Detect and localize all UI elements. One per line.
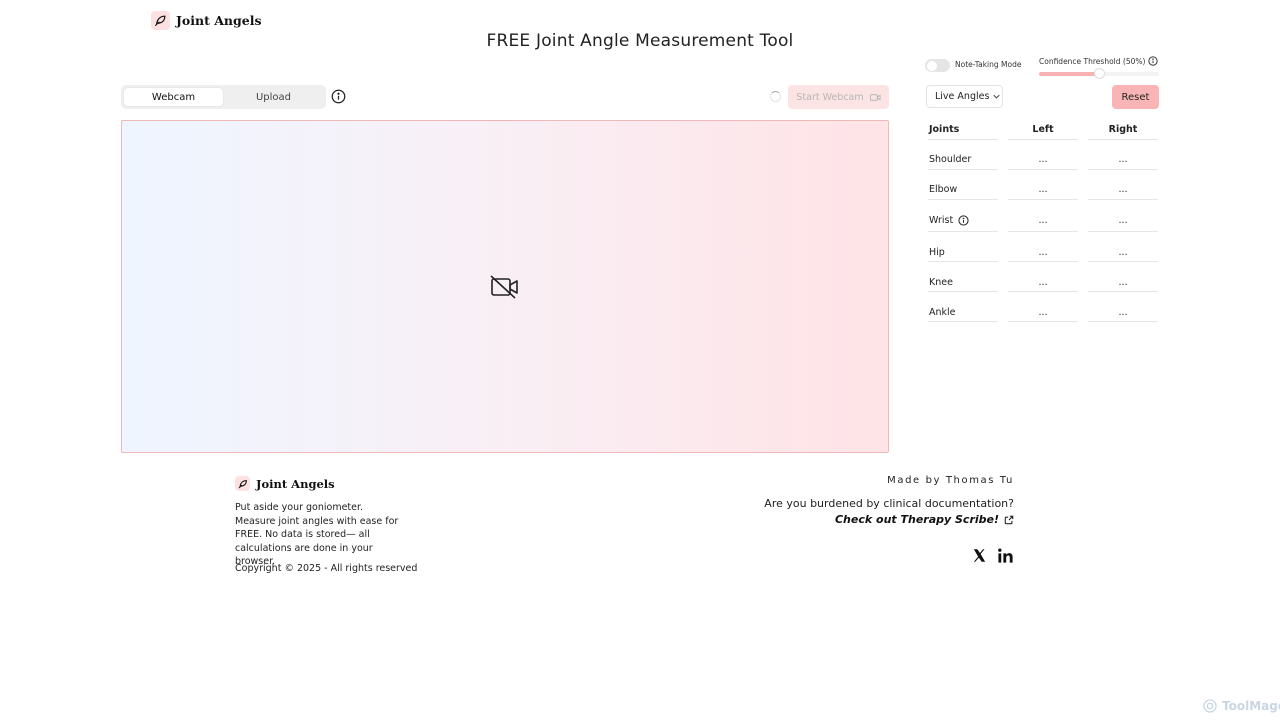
divider [928,321,998,322]
divider [928,231,998,232]
right-header: Right [1108,124,1138,135]
joints-header: Joints [929,124,960,135]
divider [1008,321,1078,322]
brand-logo[interactable]: Joint Angels [151,11,261,30]
divider [1088,169,1158,170]
divider [1088,261,1158,262]
right-angle-value: ... [1118,307,1128,318]
note-taking-label: Note-Taking Mode [955,60,1022,69]
reset-button[interactable]: Reset [1112,85,1159,109]
left-header: Left [1032,124,1054,135]
source-tabs: Webcam Upload [121,85,326,109]
toolmage-watermark: ToolMage [1202,698,1280,714]
divider [1008,261,1078,262]
left-angle-value: ... [1038,215,1048,226]
copyright-text: Copyright © 2025 - All rights reserved [235,563,418,574]
feather-logo-icon [151,11,170,30]
confidence-threshold-label: Confidence Threshold (50%) [1039,56,1159,66]
watermark-text: ToolMage [1222,699,1280,713]
divider [1088,199,1158,200]
view-mode-value: Live Angles [935,91,990,102]
confidence-slider-thumb[interactable] [1094,68,1105,79]
divider [1008,139,1078,140]
info-icon[interactable] [1148,56,1159,66]
divider [928,169,998,170]
right-angle-value: ... [1118,215,1128,226]
made-by-text: Made by Thomas Tu [887,475,1014,486]
footer-brand-logo[interactable]: Joint Angels [235,476,335,491]
footer-description: Put aside your goniometer. Measure joint… [235,502,399,567]
chevron-down-icon [993,94,1001,99]
therapy-scribe-label: Check out Therapy Scribe! [834,513,999,526]
video-camera-icon [869,93,881,101]
info-icon[interactable] [331,89,346,104]
divider [1088,291,1158,292]
right-angle-value: ... [1118,184,1128,195]
therapy-scribe-link[interactable]: Check out Therapy Scribe! [740,513,1014,526]
divider [928,199,998,200]
start-webcam-label: Start Webcam [796,91,864,103]
right-angle-value: ... [1118,154,1128,165]
divider [1008,199,1078,200]
confidence-slider-fill [1039,72,1099,76]
divider [1088,231,1158,232]
video-off-icon [490,275,518,299]
external-link-icon [1004,515,1014,524]
joint-label-wrist: Wrist [929,215,969,226]
right-angle-value: ... [1118,247,1128,258]
info-icon[interactable] [958,215,969,226]
brand-name: Joint Angels [176,13,262,28]
joint-label-knee: Knee [929,277,953,288]
joint-label-shoulder: Shoulder [929,154,972,165]
left-angle-value: ... [1038,307,1048,318]
view-mode-select[interactable]: Live Angles [926,85,1003,108]
x-logo-icon[interactable] [972,548,987,563]
linkedin-icon[interactable] [997,547,1014,564]
documentation-question: Are you burdened by clinical documentati… [764,497,1014,510]
left-angle-value: ... [1038,184,1048,195]
divider [1008,291,1078,292]
joint-label-hip: Hip [929,247,945,258]
left-angle-value: ... [1038,247,1048,258]
page-title: FREE Joint Angle Measurement Tool [486,31,794,51]
left-angle-value: ... [1038,277,1048,288]
gear-logo-icon [1203,699,1217,713]
tab-upload[interactable]: Upload [224,88,323,106]
joint-label-elbow: Elbow [929,184,958,195]
left-angle-value: ... [1038,154,1048,165]
divider [1088,321,1158,322]
divider [928,139,998,140]
joint-label-text: Wrist [929,215,954,226]
loading-spinner-icon [770,91,781,102]
joint-label-ankle: Ankle [929,307,956,318]
divider [1008,169,1078,170]
tab-webcam[interactable]: Webcam [124,88,223,106]
start-webcam-button[interactable]: Start Webcam [788,85,889,109]
feather-logo-icon [235,476,250,491]
note-taking-toggle[interactable] [925,59,950,72]
right-angle-value: ... [1118,277,1128,288]
footer-brand-name: Joint Angels [256,476,335,491]
divider [1088,139,1158,140]
divider [1008,231,1078,232]
confidence-label-text: Confidence Threshold (50%) [1039,56,1146,66]
divider [928,261,998,262]
divider [928,291,998,292]
